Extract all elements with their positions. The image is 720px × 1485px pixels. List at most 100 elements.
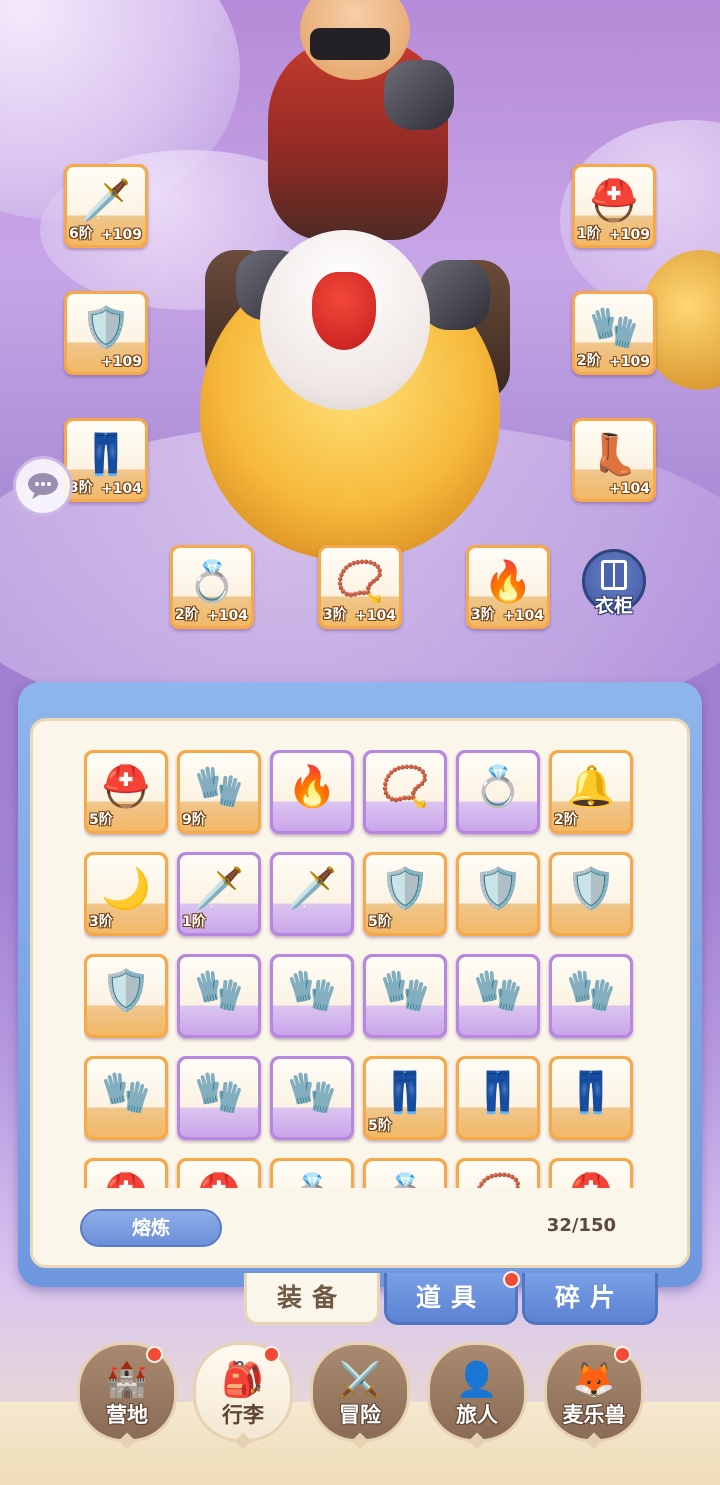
armor-icon: 🛡️ — [81, 305, 131, 352]
necklace-icon: 📿 — [380, 764, 430, 811]
bell-necklace-icon: 🔔 — [566, 764, 616, 811]
inventory-slot[interactable]: 📿 — [363, 750, 447, 834]
equip-slot-helmet[interactable]: ⛑️ 1阶 +109 — [572, 164, 656, 248]
enhance-level: +104 — [609, 481, 650, 497]
inventory-slot[interactable]: 🛡️ — [549, 852, 633, 936]
notification-dot — [614, 1346, 631, 1363]
gauntlet-icon: 🧤 — [566, 968, 616, 1015]
inventory-slot[interactable]: 💍 — [270, 1158, 354, 1188]
inventory-slot[interactable]: 👖 — [549, 1056, 633, 1140]
nav-label: 行李 — [222, 1403, 264, 1427]
equip-slot-boots[interactable]: 👢 +104 — [572, 418, 656, 502]
equip-slot-ring[interactable]: 💍 2阶 +104 — [170, 545, 254, 629]
tab-equipment[interactable]: 装备 — [244, 1273, 380, 1325]
inventory-slot[interactable]: 🧤 — [84, 1056, 168, 1140]
sword-icon: 🗡️ — [194, 866, 244, 913]
armor-icon: 🛡️ — [566, 866, 616, 913]
inventory-slot[interactable]: 🔔 2阶 — [549, 750, 633, 834]
tab-label: 道具 — [415, 1283, 486, 1312]
wardrobe-button[interactable]: 衣柜 — [579, 549, 649, 627]
inventory-slot[interactable]: 🧤 — [177, 1056, 261, 1140]
inventory-slot[interactable]: 🧤 — [456, 954, 540, 1038]
inventory-slot[interactable]: ⛑️ 5阶 — [84, 750, 168, 834]
enhance-level: +104 — [101, 481, 142, 497]
pants-icon: 👖 — [566, 1070, 616, 1117]
nav-label: 冒险 — [339, 1403, 381, 1427]
enhance-level: +109 — [101, 227, 142, 243]
nav-label: 旅人 — [456, 1403, 498, 1427]
tier-label: 5阶 — [89, 812, 113, 828]
nav-adventure[interactable]: ⚔️ 冒险 — [310, 1342, 410, 1450]
gauntlet-icon: 🧤 — [194, 764, 244, 811]
inventory-slot[interactable]: 🛡️ — [456, 852, 540, 936]
inventory-slot[interactable]: 👖 — [456, 1056, 540, 1140]
inventory-slot[interactable]: 🔥 — [270, 750, 354, 834]
enhance-level: +104 — [503, 608, 544, 624]
inventory-slot[interactable]: 🌙 3阶 — [84, 852, 168, 936]
armor-icon: 🛡️ — [101, 968, 151, 1015]
inventory-slot[interactable]: 🧤 — [549, 954, 633, 1038]
inventory-slot[interactable]: ⛑️ — [84, 1158, 168, 1188]
smelt-button[interactable]: 熔炼 — [80, 1209, 222, 1247]
inventory-slot[interactable]: 🧤 — [270, 1056, 354, 1140]
helmet-icon: ⛑️ — [194, 1175, 244, 1188]
inventory-slot[interactable]: 💍 — [363, 1158, 447, 1188]
equip-slot-necklace[interactable]: 📿 3阶 +104 — [318, 545, 402, 629]
tier-label: 9阶 — [182, 812, 206, 828]
backpack-icon: 🎒 — [221, 1360, 265, 1400]
mount-beak — [312, 272, 376, 350]
ring-icon: 💍 — [287, 1175, 337, 1188]
gauntlet-icon: 🧤 — [101, 1070, 151, 1117]
inventory-slot[interactable]: 👖 5阶 — [363, 1056, 447, 1140]
inventory-slot[interactable]: 🗡️ 1阶 — [177, 852, 261, 936]
tier-label: 5阶 — [368, 914, 392, 930]
notification-dot — [503, 1271, 520, 1288]
tier-label: 1阶 — [182, 914, 206, 930]
armor-icon: 🛡️ — [380, 866, 430, 913]
traveler-icon: 👤 — [455, 1360, 499, 1400]
inventory-slot[interactable]: 🧤 — [270, 954, 354, 1038]
tab-items[interactable]: 道具 — [384, 1273, 518, 1325]
inventory-slot[interactable]: 🧤 — [363, 954, 447, 1038]
helmet-icon: ⛑️ — [101, 1175, 151, 1188]
gauntlet-icon: 🧤 — [194, 1070, 244, 1117]
tab-label: 碎片 — [554, 1283, 625, 1312]
enhance-level: +109 — [609, 354, 650, 370]
chat-button[interactable] — [13, 456, 73, 516]
crossed-swords-icon: ⚔️ — [338, 1360, 382, 1400]
enhance-level: +104 — [355, 608, 396, 624]
gauntlet-icon: 🧤 — [287, 968, 337, 1015]
pants-icon: 👖 — [380, 1070, 430, 1117]
helmet-icon: ⛑️ — [101, 764, 151, 811]
inventory-slot[interactable]: 🧤 9阶 — [177, 750, 261, 834]
equip-slot-gloves[interactable]: 🧤 2阶 +109 — [572, 291, 656, 375]
tier-label: 3阶 — [471, 607, 495, 623]
nav-traveler[interactable]: 👤 旅人 — [427, 1342, 527, 1450]
helmet-icon: ⛑️ — [566, 1175, 616, 1188]
tier-label: 3阶 — [323, 607, 347, 623]
inventory-slot[interactable]: 🧤 — [177, 954, 261, 1038]
equip-slot-armor[interactable]: 🛡️ +109 — [64, 291, 148, 375]
inventory-slot[interactable]: 🗡️ — [270, 852, 354, 936]
chat-bubble-icon — [28, 473, 58, 499]
tier-label: 1阶 — [577, 226, 601, 242]
inventory-grid[interactable]: ⛑️ 5阶 🧤 9阶 🔥 📿 💍 🔔 2阶 🌙 3阶 🗡️ 1阶 🗡️ 🛡️ 5阶 🛡️ 🛡️ 🛡️ 🧤 🧤 🧤 🧤 🧤 🧤 🧤 🧤… — [84, 750, 640, 1188]
inventory-slot[interactable]: 💍 — [456, 750, 540, 834]
nav-label: 麦乐兽 — [562, 1403, 626, 1427]
equip-slot-charm[interactable]: 🔥 3阶 +104 — [466, 545, 550, 629]
gauntlet-icon: 🧤 — [287, 1070, 337, 1117]
equip-slot-pants[interactable]: 👖 3阶 +104 — [64, 418, 148, 502]
inventory-slot[interactable]: ⛑️ — [549, 1158, 633, 1188]
equip-slot-weapon[interactable]: 🗡️ 6阶 +109 — [64, 164, 148, 248]
inventory-slot[interactable]: 🛡️ — [84, 954, 168, 1038]
pants-icon: 👖 — [81, 432, 131, 479]
gauntlet-icon: 🧤 — [380, 968, 430, 1015]
inventory-slot[interactable]: 📿 — [456, 1158, 540, 1188]
tab-fragments[interactable]: 碎片 — [522, 1273, 658, 1325]
tier-label: 5阶 — [368, 1118, 392, 1134]
inventory-capacity: 32/150 — [546, 1215, 616, 1236]
inventory-slot[interactable]: ⛑️ — [177, 1158, 261, 1188]
inventory-slot[interactable]: 🛡️ 5阶 — [363, 852, 447, 936]
notification-dot — [146, 1346, 163, 1363]
gauntlet-icon: 🧤 — [589, 305, 639, 352]
